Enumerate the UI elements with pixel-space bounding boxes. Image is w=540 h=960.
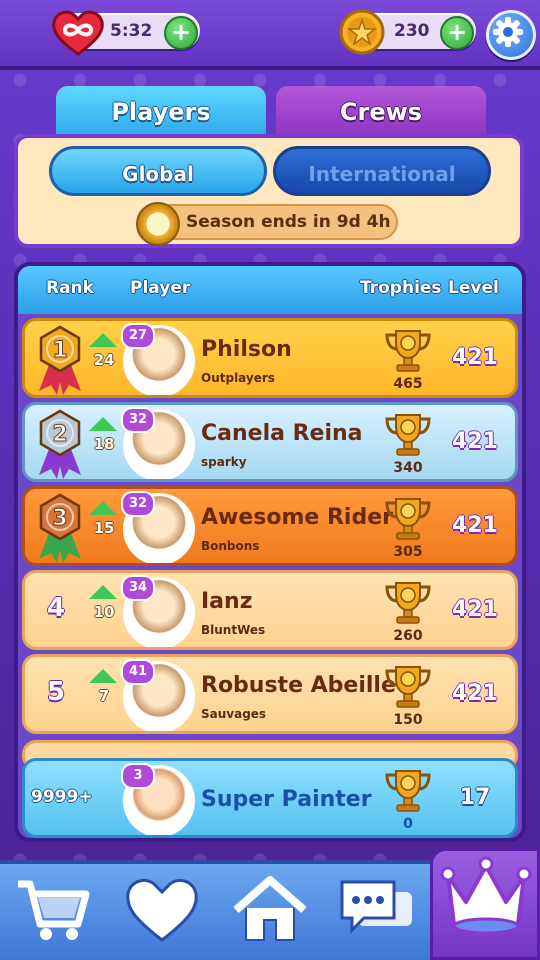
rank-number: 4 [47,593,66,623]
list-item[interactable]: 1 24 27 Philson Outplayers 465 421 [22,318,518,398]
coins-count: 230 [394,21,430,41]
player-level-badge: 32 [121,407,155,433]
crew-name: Bonbons [201,539,260,553]
rank-number: 3 [52,506,67,531]
column-player: Player [130,278,191,298]
list-item[interactable]: 4 10 34 Ianz BluntWes 260 421 [22,570,518,650]
trophy-icon [385,582,431,624]
column-trophies: Trophies [360,278,442,298]
lives-timer: 5:32 [110,21,153,41]
heart-icon[interactable] [122,874,202,946]
player-name: Awesome Rider [201,505,393,530]
crew-name: BluntWes [201,623,266,637]
rank-change: 10 [93,603,115,621]
trophy-icon [385,498,431,540]
rank-change: 7 [98,687,110,705]
clock-icon [136,202,180,246]
player-name: Super Painter [201,787,372,812]
list-item[interactable]: 2 18 32 Canela Reina sparky 340 421 [22,402,518,482]
rank-medal-icon: 2 [39,409,81,479]
rank-medal-icon: 3 [39,493,81,563]
trophy-count: 150 [393,712,423,728]
season-timer: Season ends in 9d 4h [136,202,398,246]
player-name: Canela Reina [201,421,363,446]
global-toggle-button[interactable]: Global [49,146,267,196]
gear-icon [493,17,523,47]
rank-up-arrow-icon [89,333,117,347]
player-level-badge: 3 [121,763,155,789]
column-rank: Rank [46,278,94,298]
rank-medal-icon: 1 [39,325,81,395]
trophy-icon [385,414,431,456]
player-level-badge: 27 [121,323,155,349]
trophy-count: 465 [393,376,423,392]
trophy-count: 305 [393,544,423,560]
player-level: 421 [452,681,498,706]
column-level: Level [448,278,499,298]
rank-number: 2 [52,422,67,447]
rank-number: 5 [47,677,66,707]
player-level: 17 [459,785,491,810]
international-toggle-button[interactable]: International [273,146,491,196]
player-name: Robuste Abeille [201,673,396,698]
heart-infinity-icon [52,10,104,56]
crew-name: Sauvages [201,707,267,721]
player-level-badge: 34 [121,575,155,601]
player-level-badge: 32 [121,491,155,517]
rank-change: 15 [93,519,115,537]
player-level: 421 [452,513,498,538]
player-level: 421 [452,597,498,622]
tab-crews[interactable]: Crews [276,86,486,138]
rank-change: 24 [93,351,115,369]
add-coins-button[interactable]: + [440,16,474,50]
leaderboard-screen: 5:32 + 230 + Players Crews Global Intern… [0,0,540,960]
rank-number: 1 [52,338,67,363]
player-level-badge: 41 [121,659,155,685]
tab-players[interactable]: Players [56,86,266,138]
crown-icon[interactable] [440,852,532,944]
player-name: Philson [201,337,292,362]
rank-up-arrow-icon [89,417,117,431]
trophy-count: 0 [403,816,413,832]
rank-up-arrow-icon [89,501,117,515]
trophy-count: 260 [393,628,423,644]
trophy-icon [385,666,431,708]
chat-icon[interactable] [338,874,418,946]
rank-change: 18 [93,435,115,453]
player-name: Ianz [201,589,253,614]
add-lives-button[interactable]: + [164,16,198,50]
rank-up-arrow-icon [89,669,117,683]
settings-button[interactable] [486,10,536,60]
self-row[interactable]: 9999+ 3 Super Painter 0 17 [22,758,518,838]
player-level: 421 [452,345,498,370]
cart-icon[interactable] [14,874,94,946]
list-item[interactable]: 3 15 32 Awesome Rider Bonbons 305 421 [22,486,518,566]
list-item[interactable]: 5 7 41 Robuste Abeille Sauvages 150 421 [22,654,518,734]
trophy-icon [385,770,431,812]
self-rank: 9999+ [31,787,93,807]
rank-up-arrow-icon [89,585,117,599]
star-coin-icon [339,9,385,55]
home-icon[interactable] [230,874,310,946]
crew-name: sparky [201,455,247,469]
trophy-icon [385,330,431,372]
trophy-count: 340 [393,460,423,476]
leaderboard-header: Rank Player Trophies Level [18,266,522,314]
player-level: 421 [452,429,498,454]
season-text: Season ends in 9d 4h [186,212,391,232]
crew-name: Outplayers [201,371,275,385]
